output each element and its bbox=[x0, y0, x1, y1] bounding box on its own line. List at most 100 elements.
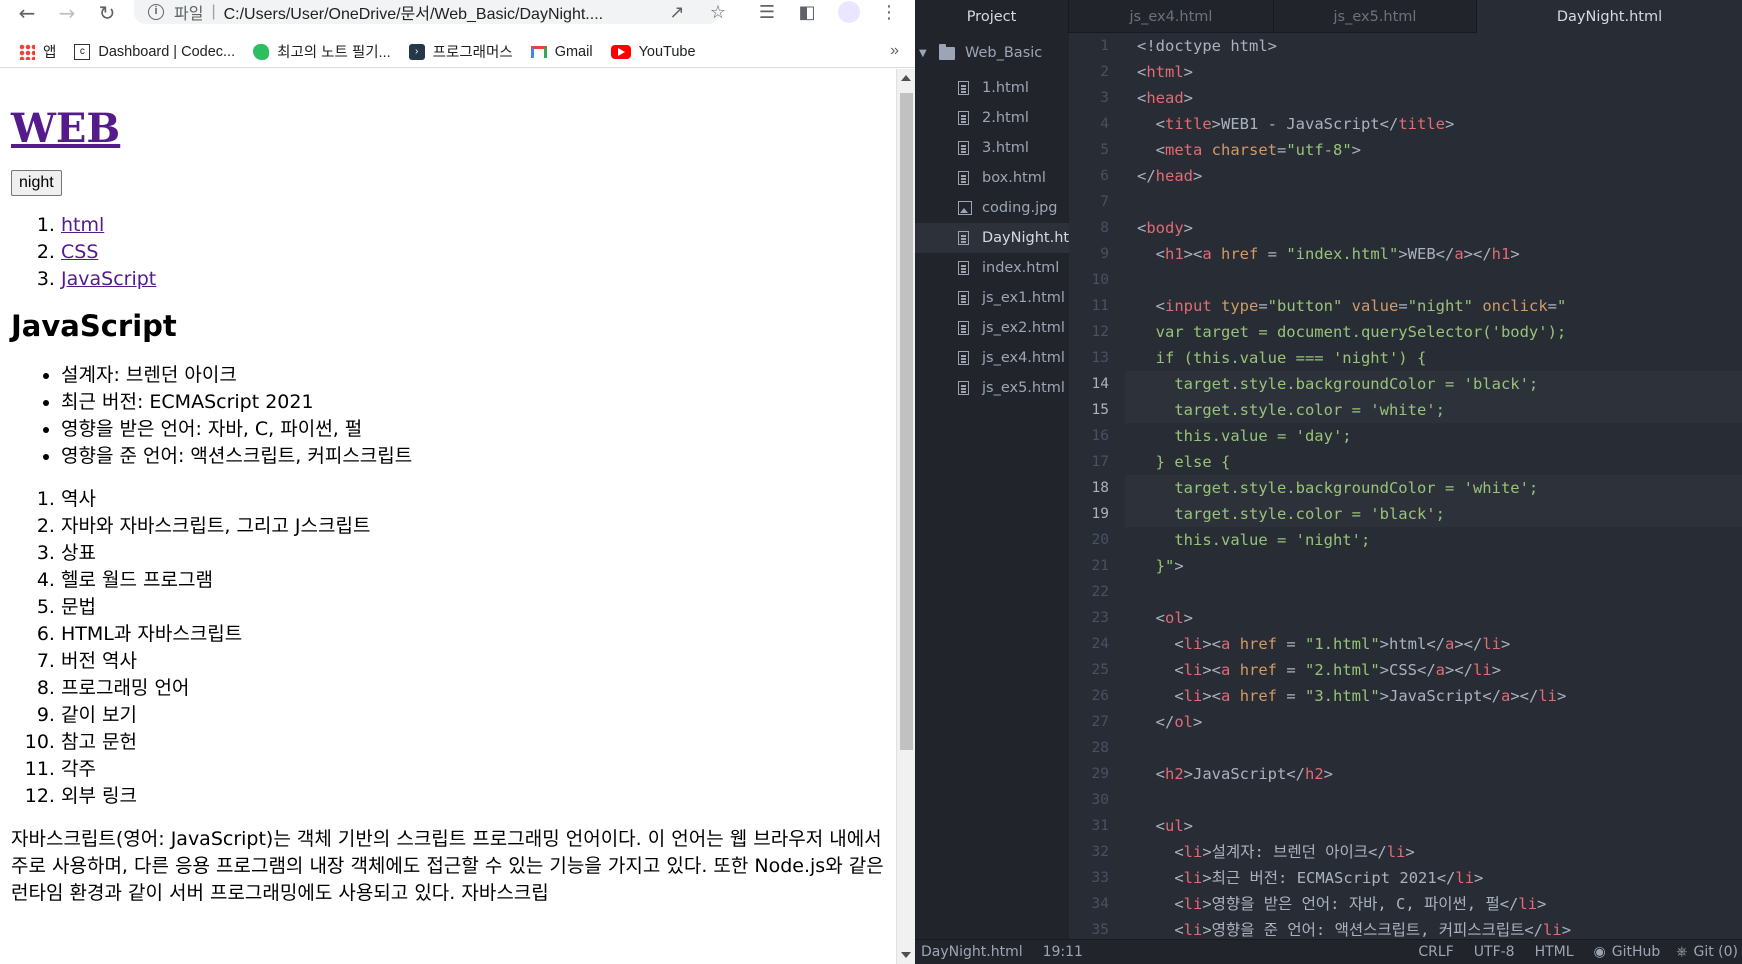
code-line[interactable]: <ol> bbox=[1125, 605, 1742, 631]
scroll-up-arrow-icon[interactable] bbox=[901, 75, 911, 81]
reload-icon[interactable]: ↻ bbox=[94, 1, 120, 25]
code-line[interactable]: } else { bbox=[1125, 449, 1742, 475]
code-line[interactable]: <title>WEB1 - JavaScript</title> bbox=[1125, 111, 1742, 137]
code-line[interactable]: <li><a href = "3.html">JavaScript</a></l… bbox=[1125, 683, 1742, 709]
tree-file-label: js_ex5.html bbox=[982, 380, 1065, 396]
tree-file-item[interactable]: 3.html bbox=[915, 133, 1069, 163]
bookmark-apps[interactable]: 앱 bbox=[19, 41, 56, 62]
code-line[interactable]: <li><a href = "2.html">CSS</a></li> bbox=[1125, 657, 1742, 683]
code-line[interactable]: target.style.color = 'black'; bbox=[1125, 501, 1742, 527]
code-token: ol bbox=[1165, 609, 1184, 627]
code-line[interactable]: this.value = 'day'; bbox=[1125, 423, 1742, 449]
file-icon bbox=[958, 381, 969, 395]
side-panel-icon[interactable]: ◧ bbox=[794, 0, 820, 24]
code-line[interactable]: var target = document.querySelector('bod… bbox=[1125, 319, 1742, 345]
tree-file-item[interactable]: js_ex2.html bbox=[915, 313, 1069, 343]
code-line[interactable]: <li>최근 버전: ECMAScript 2021</li> bbox=[1125, 865, 1742, 891]
code-line[interactable]: this.value = 'night'; bbox=[1125, 527, 1742, 553]
page-scrollbar[interactable] bbox=[896, 69, 915, 964]
code-line[interactable]: <li>영향을 받은 언어: 자바, C, 파이썬, 펄</li> bbox=[1125, 891, 1742, 917]
css-link[interactable]: CSS bbox=[61, 241, 98, 263]
code-line[interactable]: <li>영향을 준 언어: 액션스크립트, 커피스크립트</li> bbox=[1125, 917, 1742, 939]
bookmarks-overflow-icon[interactable]: » bbox=[890, 42, 899, 60]
code-line[interactable]: <meta charset="utf-8"> bbox=[1125, 137, 1742, 163]
tab-daynight[interactable]: DayNight.html bbox=[1477, 0, 1742, 33]
code-line[interactable] bbox=[1125, 787, 1742, 813]
tab-js-ex5[interactable]: js_ex5.html bbox=[1274, 0, 1477, 33]
bookmark-codecademy[interactable]: c Dashboard | Codec... bbox=[74, 43, 235, 60]
code-line[interactable] bbox=[1125, 579, 1742, 605]
night-toggle-button[interactable]: night bbox=[11, 170, 62, 196]
tree-file-item[interactable]: js_ex1.html bbox=[915, 283, 1069, 313]
code-line[interactable]: <ul> bbox=[1125, 813, 1742, 839]
tree-file-item[interactable]: 1.html bbox=[915, 73, 1069, 103]
line-number: 18 bbox=[1091, 480, 1109, 496]
tree-root-folder[interactable]: ▼ Web_Basic bbox=[915, 33, 1069, 73]
tree-file-item[interactable]: 2.html bbox=[915, 103, 1069, 133]
bookmark-programmers[interactable]: › 프로그래머스 bbox=[408, 41, 513, 62]
code-line[interactable] bbox=[1125, 189, 1742, 215]
tree-file-item[interactable]: js_ex5.html bbox=[915, 373, 1069, 403]
code-line[interactable]: <h2>JavaScript</h2> bbox=[1125, 761, 1742, 787]
code-line[interactable]: target.style.color = 'white'; bbox=[1125, 397, 1742, 423]
bookmark-evernote[interactable]: 최고의 노트 필기... bbox=[253, 41, 391, 62]
status-line-ending[interactable]: CRLF bbox=[1418, 944, 1453, 960]
code-area[interactable]: <!doctype html> <html> <head> <title>WEB1 … bbox=[1125, 33, 1742, 939]
address-url[interactable]: C:/Users/User/OneDrive/문서/Web_Basic/DayN… bbox=[224, 0, 603, 24]
code-token: }" bbox=[1137, 557, 1175, 575]
code-line[interactable]: <body> bbox=[1125, 215, 1742, 241]
tree-file-label: js_ex1.html bbox=[982, 290, 1065, 306]
profile-avatar-icon[interactable] bbox=[836, 0, 862, 24]
code-line[interactable]: <li>설계자: 브렌던 아이크</li> bbox=[1125, 839, 1742, 865]
bookmark-star-icon[interactable]: ☆ bbox=[705, 0, 731, 24]
tree-file-item[interactable]: index.html bbox=[915, 253, 1069, 283]
status-github[interactable]: GitHub bbox=[1612, 944, 1661, 960]
code-line[interactable]: <li><a href = "1.html">html</a></li> bbox=[1125, 631, 1742, 657]
code-token: " bbox=[1557, 297, 1567, 315]
youtube-icon bbox=[610, 44, 631, 59]
code-token: target.style.backgroundColor = 'white'; bbox=[1137, 479, 1539, 497]
code-line[interactable]: <input type="button" value="night" oncli… bbox=[1125, 293, 1742, 319]
code-line[interactable]: target.style.backgroundColor = 'black'; bbox=[1125, 371, 1742, 397]
line-number: 26 bbox=[1091, 688, 1109, 704]
scrollbar-thumb[interactable] bbox=[900, 93, 913, 750]
code-line[interactable]: target.style.backgroundColor = 'white'; bbox=[1125, 475, 1742, 501]
share-icon[interactable]: ↗ bbox=[664, 0, 690, 24]
code-line[interactable] bbox=[1125, 267, 1742, 293]
tree-file-item[interactable]: coding.jpg bbox=[915, 193, 1069, 223]
javascript-link[interactable]: JavaScript bbox=[61, 268, 156, 290]
folder-icon bbox=[939, 43, 955, 60]
code-line[interactable]: if (this.value === 'night') { bbox=[1125, 345, 1742, 371]
status-encoding[interactable]: UTF-8 bbox=[1474, 944, 1515, 960]
tree-file-item[interactable]: DayNight.htm bbox=[915, 223, 1069, 253]
code-line[interactable]: <head> bbox=[1125, 85, 1742, 111]
tree-file-item[interactable]: box.html bbox=[915, 163, 1069, 193]
address-bar[interactable]: i 파일 | C:/Users/User/OneDrive/문서/Web_Bas… bbox=[134, 0, 720, 24]
status-file[interactable]: DayNight.html bbox=[921, 944, 1023, 960]
code-line[interactable]: }"> bbox=[1125, 553, 1742, 579]
html-link[interactable]: html bbox=[61, 214, 104, 236]
tree-file-item[interactable]: js_ex4.html bbox=[915, 343, 1069, 373]
code-line[interactable]: <h1><a href = "index.html">WEB</a></h1> bbox=[1125, 241, 1742, 267]
bookmark-youtube[interactable]: YouTube bbox=[610, 44, 696, 60]
back-arrow-icon[interactable]: ← bbox=[14, 1, 40, 25]
code-token: target.style.color = 'black'; bbox=[1137, 505, 1445, 523]
code-line[interactable]: <html> bbox=[1125, 59, 1742, 85]
browser-menu-icon[interactable]: ⋮ bbox=[876, 0, 902, 24]
status-cursor[interactable]: 19:11 bbox=[1043, 944, 1083, 960]
code-line[interactable]: </head> bbox=[1125, 163, 1742, 189]
info-icon[interactable]: i bbox=[148, 4, 164, 20]
media-control-icon[interactable]: ☰ bbox=[754, 0, 780, 24]
tab-project[interactable]: Project bbox=[915, 0, 1069, 33]
code-line[interactable]: <!doctype html> bbox=[1125, 33, 1742, 59]
bookmark-gmail[interactable]: Gmail bbox=[530, 44, 593, 60]
code-token: li bbox=[1183, 895, 1203, 913]
status-git[interactable]: Git (0) bbox=[1693, 944, 1738, 960]
scroll-down-arrow-icon[interactable] bbox=[901, 952, 911, 958]
forward-arrow-icon[interactable]: → bbox=[54, 1, 80, 25]
web-home-link[interactable]: WEB bbox=[11, 105, 120, 152]
code-line[interactable]: </ol> bbox=[1125, 709, 1742, 735]
tab-js-ex4[interactable]: js_ex4.html bbox=[1069, 0, 1274, 33]
status-grammar[interactable]: HTML bbox=[1535, 944, 1574, 960]
code-line[interactable] bbox=[1125, 735, 1742, 761]
